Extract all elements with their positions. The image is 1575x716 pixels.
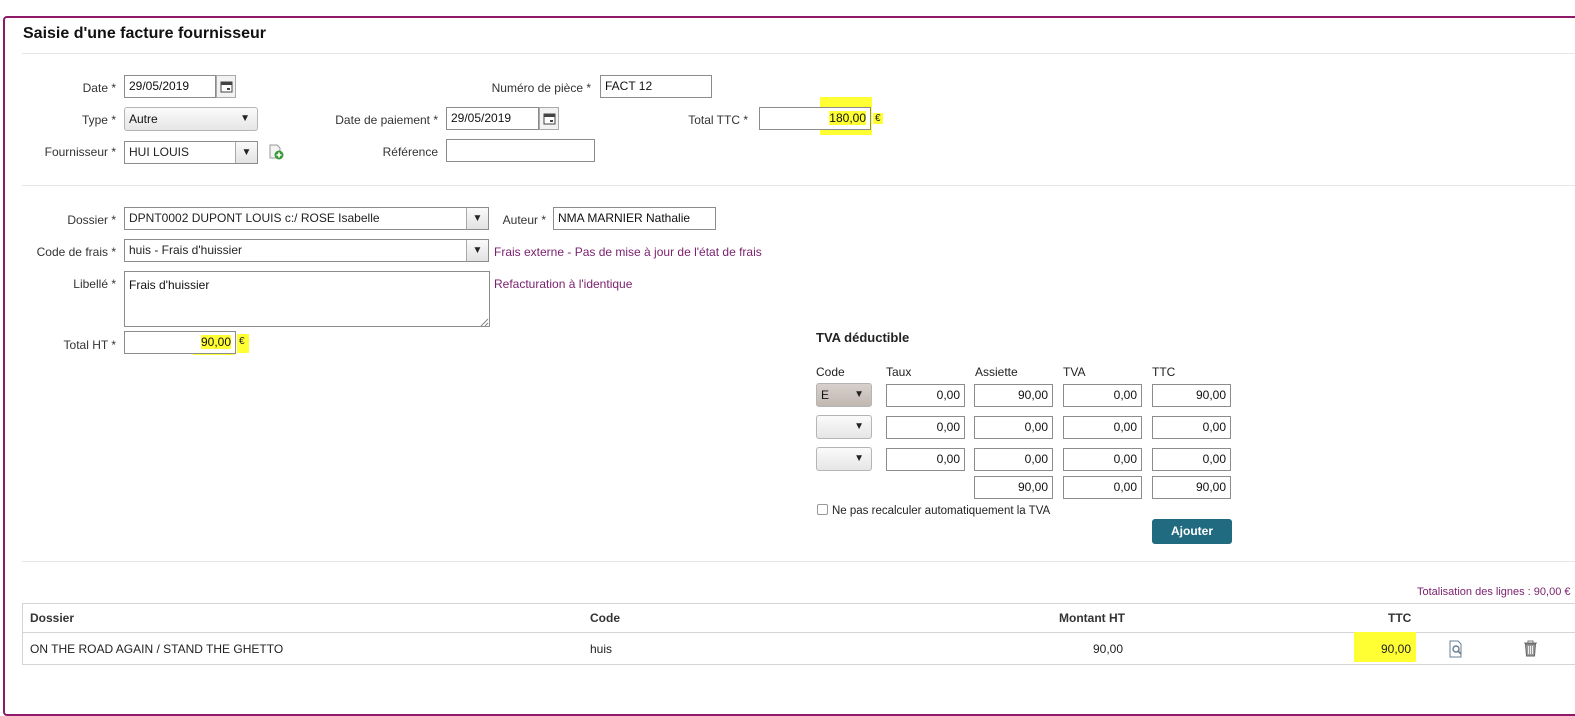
resize-handle-icon[interactable] (480, 316, 489, 327)
totalisation-label: Totalisation des lignes : 90,00 € (1417, 586, 1571, 598)
preview-icon[interactable] (1448, 640, 1464, 658)
tva-tva-input[interactable]: 0,00 (1063, 416, 1142, 439)
currency-symbol: € (237, 334, 249, 353)
divider (22, 185, 1575, 186)
type-label: Type * (81, 113, 116, 127)
chevron-down-icon[interactable]: ▼ (235, 142, 257, 163)
tva-code-select[interactable]: E ▼ (816, 383, 872, 407)
numero-label: Numéro de pièce * (491, 81, 591, 95)
tva-ttc-input[interactable]: 90,00 (1152, 384, 1231, 407)
tva-header-taux: Taux (886, 365, 912, 379)
add-button[interactable]: Ajouter (1152, 519, 1232, 544)
total-ttc-value: 180,00 (829, 111, 866, 125)
divider (23, 632, 1575, 633)
tva-ttc-input[interactable]: 0,00 (1152, 416, 1231, 439)
calendar-icon[interactable] (539, 107, 559, 130)
date-input[interactable]: 29/05/2019 (124, 75, 216, 98)
libelle-info: Refacturation à l'identique (494, 277, 633, 291)
tva-code-select[interactable]: ▼ (816, 415, 872, 439)
tva-header-tva: TVA (1063, 365, 1086, 379)
calendar-icon[interactable] (216, 75, 236, 98)
tva-total-ttc: 90,00 (1152, 476, 1231, 499)
chevron-down-icon: ▼ (240, 113, 250, 124)
total-ttc-label: Total TTC * (688, 113, 748, 127)
tva-taux-input[interactable]: 0,00 (886, 384, 965, 407)
tva-taux-input[interactable]: 0,00 (886, 416, 965, 439)
table-header-dossier: Dossier (30, 611, 75, 625)
row-code: huis (590, 642, 613, 656)
date-paiement-label: Date de paiement * (335, 113, 438, 127)
type-select-value: Autre (129, 112, 158, 126)
total-ht-value: 90,00 (200, 335, 231, 349)
dossier-combo[interactable]: DPNT0002 DUPONT LOUIS c:/ ROSE Isabelle … (124, 207, 489, 230)
tva-total-assiette: 90,00 (974, 476, 1053, 499)
total-ht-input[interactable]: 90,00 (124, 331, 236, 354)
tva-header-code: Code (816, 365, 845, 379)
dossier-label: Dossier * (67, 213, 116, 227)
tva-assiette-input[interactable]: 0,00 (974, 416, 1053, 439)
code-frais-value: huis - Frais d'huissier (129, 243, 242, 257)
date-label: Date * (82, 81, 116, 95)
tva-ttc-input[interactable]: 0,00 (1152, 448, 1231, 471)
date-paiement-input[interactable]: 29/05/2019 (446, 107, 539, 130)
fournisseur-value: HUI LOUIS (129, 145, 190, 159)
fournisseur-label: Fournisseur * (44, 145, 116, 159)
libelle-textarea[interactable]: Frais d'huissier (124, 271, 490, 327)
tva-title: TVA déductible (816, 330, 910, 345)
trash-icon[interactable] (1523, 640, 1538, 657)
tva-code-value: E (821, 388, 830, 402)
no-recalc-checkbox[interactable] (817, 504, 828, 515)
row-ttc: 90,00 (1381, 642, 1412, 656)
dossier-value: DPNT0002 DUPONT LOUIS c:/ ROSE Isabelle (129, 211, 380, 225)
divider (22, 561, 1575, 562)
chevron-down-icon: ▼ (854, 389, 864, 400)
auteur-label: Auteur * (502, 213, 546, 227)
row-dossier: ON THE ROAD AGAIN / STAND THE GHETTO (30, 642, 284, 656)
total-ttc-input[interactable]: 180,00 (759, 107, 871, 130)
auteur-input[interactable]: NMA MARNIER Nathalie (553, 207, 716, 230)
table-header-montant: Montant HT (1059, 611, 1125, 625)
tva-assiette-input[interactable]: 0,00 (974, 448, 1053, 471)
tva-taux-input[interactable]: 0,00 (886, 448, 965, 471)
chevron-down-icon[interactable]: ▼ (466, 240, 488, 261)
numero-input[interactable]: FACT 12 (600, 75, 712, 98)
tva-header-assiette: Assiette (975, 365, 1018, 379)
divider (22, 53, 1575, 54)
row-montant-ht: 90,00 (1093, 642, 1124, 656)
page-title: Saisie d'une facture fournisseur (23, 25, 266, 42)
chevron-down-icon[interactable]: ▼ (466, 208, 488, 229)
table-header-ttc: TTC (1388, 611, 1412, 625)
currency-symbol: € (873, 113, 883, 124)
tva-header-ttc: TTC (1152, 365, 1176, 379)
tva-code-select[interactable]: ▼ (816, 447, 872, 471)
reference-label: Référence (382, 145, 438, 159)
code-frais-label: Code de frais * (36, 245, 116, 259)
tva-tva-input[interactable]: 0,00 (1063, 448, 1142, 471)
chevron-down-icon: ▼ (854, 453, 864, 464)
chevron-down-icon: ▼ (854, 421, 864, 432)
tva-total-tva: 0,00 (1063, 476, 1142, 499)
add-supplier-icon[interactable] (268, 144, 284, 160)
tva-assiette-input[interactable]: 90,00 (974, 384, 1053, 407)
no-recalc-label: Ne pas recalculer automatiquement la TVA (832, 505, 1051, 517)
lines-table: Dossier Code Montant HT TTC ON THE ROAD … (22, 603, 1575, 665)
total-ht-label: Total HT * (63, 338, 116, 352)
code-frais-info: Frais externe - Pas de mise à jour de l'… (494, 245, 762, 259)
fournisseur-combo[interactable]: HUI LOUIS ▼ (124, 141, 258, 164)
reference-input[interactable] (446, 139, 595, 162)
code-frais-combo[interactable]: huis - Frais d'huissier ▼ (124, 239, 489, 262)
type-select[interactable]: Autre ▼ (124, 107, 258, 131)
libelle-label: Libellé * (73, 277, 116, 291)
tva-tva-input[interactable]: 0,00 (1063, 384, 1142, 407)
table-header-code: Code (590, 611, 620, 625)
